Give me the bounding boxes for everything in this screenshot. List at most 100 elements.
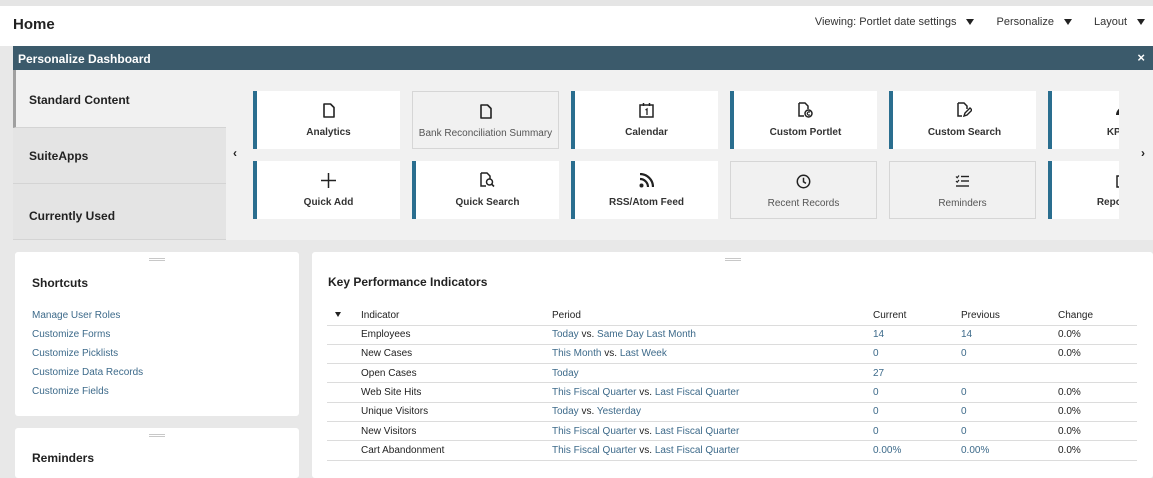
tile-kpi-meter[interactable]: KPI Me <box>1048 91 1119 149</box>
vs-text: vs. <box>601 348 620 360</box>
previous-value[interactable] <box>961 363 1058 384</box>
plus-icon <box>257 171 400 189</box>
shortcut-link[interactable]: Manage User Roles <box>32 311 143 330</box>
change-value: 0.0% <box>1058 440 1137 461</box>
chevron-right-icon[interactable]: › <box>1141 146 1145 160</box>
tile-rss-atom-feed[interactable]: RSS/Atom Feed <box>571 161 718 219</box>
tile-analytics[interactable]: Analytics <box>253 91 400 149</box>
current-value[interactable]: 0 <box>873 344 961 365</box>
period-link[interactable]: This Month <box>552 348 601 359</box>
shortcut-link[interactable]: Customize Forms <box>32 330 143 349</box>
kpi-title: Key Performance Indicators <box>328 275 488 289</box>
current-value[interactable]: 14 <box>873 325 961 345</box>
tile-label: Custom Portlet <box>769 127 842 138</box>
portlet-tiles: Analytics Bank Reconciliation Summary Ca… <box>253 91 1119 222</box>
shortcuts-title: Shortcuts <box>32 276 89 290</box>
tab-currently-used[interactable]: Currently Used <box>13 184 226 240</box>
tile-reminders[interactable]: Reminders <box>889 161 1036 219</box>
column-header-indicator[interactable]: Indicator <box>327 307 552 326</box>
drag-handle[interactable] <box>724 258 741 261</box>
tile-recent-records[interactable]: Recent Records <box>730 161 877 219</box>
period-link[interactable]: This Fiscal Quarter <box>552 445 636 456</box>
vs-text: vs. <box>636 444 655 456</box>
period-link[interactable]: Last Fiscal Quarter <box>655 445 739 456</box>
table-row: Cart Abandonment This Fiscal Quarter vs. … <box>327 440 1137 461</box>
previous-value[interactable]: 0 <box>961 402 1058 422</box>
report-icon <box>1052 171 1119 189</box>
caret-down-icon <box>1137 19 1145 25</box>
period-link[interactable]: Same Day Last Month <box>597 329 696 340</box>
change-value: 0.0% <box>1058 421 1137 442</box>
chevron-left-icon[interactable]: ‹ <box>233 146 237 160</box>
change-value <box>1058 363 1137 384</box>
current-value[interactable]: 0 <box>873 421 961 442</box>
previous-value[interactable]: 0 <box>961 421 1058 442</box>
indicator-cell: New Visitors <box>327 421 552 442</box>
layout-menu[interactable]: Layout <box>1094 16 1145 28</box>
period-cell: This Month vs. Last Week <box>552 344 873 365</box>
previous-value[interactable]: 0.00% <box>961 440 1058 461</box>
clock-icon <box>731 172 876 190</box>
viewing-label: Viewing: Portlet date settings <box>814 16 957 28</box>
current-value[interactable]: 0 <box>873 402 961 422</box>
table-row: Web Site Hits This Fiscal Quarter vs. Las… <box>327 382 1137 403</box>
indicator-cell: Web Site Hits <box>327 382 552 403</box>
period-link[interactable]: Last Fiscal Quarter <box>655 387 739 398</box>
column-header-period[interactable]: Period <box>552 307 873 326</box>
period-link[interactable]: Today <box>552 406 579 417</box>
period-cell: Today vs. Yesterday <box>552 402 873 422</box>
kpi-rows: Employees Today vs. Same Day Last Month 14… <box>327 325 1137 461</box>
tile-quick-search[interactable]: Quick Search <box>412 161 559 219</box>
vs-text: vs. <box>578 329 598 341</box>
tile-bank-reconciliation-summary[interactable]: Bank Reconciliation Summary <box>412 91 559 149</box>
period-link[interactable]: Last Week <box>620 348 667 359</box>
shortcut-link[interactable]: Customize Fields <box>32 387 143 406</box>
tile-label: RSS/Atom Feed <box>608 197 684 208</box>
current-value[interactable]: 27 <box>873 363 961 384</box>
page-title: Home <box>13 16 55 33</box>
tab-standard-content[interactable]: Standard Content <box>13 70 226 128</box>
previous-value[interactable]: 0 <box>961 382 1058 403</box>
period-cell: Today vs. Same Day Last Month <box>552 325 873 345</box>
indicator-cell: New Cases <box>327 344 552 365</box>
personalize-dashboard-panel: Personalize Dashboard × Standard Content… <box>13 46 1153 240</box>
column-header-previous[interactable]: Previous <box>961 307 1058 326</box>
current-value[interactable]: 0 <box>873 382 961 403</box>
calendar-icon <box>575 101 718 119</box>
tile-label: Report Sna <box>1096 197 1119 208</box>
period-cell: Today <box>552 363 873 384</box>
period-link[interactable]: This Fiscal Quarter <box>552 426 636 437</box>
tile-label: Bank Reconciliation Summary <box>418 128 553 139</box>
tab-suiteapps[interactable]: SuiteApps <box>13 128 226 184</box>
vs-text: vs. <box>578 406 597 418</box>
tile-label: Quick Add <box>303 197 354 208</box>
personalize-menu[interactable]: Personalize <box>996 16 1072 28</box>
shortcut-link[interactable]: Customize Data Records <box>32 368 143 387</box>
close-icon[interactable]: × <box>1137 50 1145 65</box>
drag-handle[interactable] <box>149 434 165 437</box>
tile-label: Reminders <box>938 198 987 209</box>
viewing-menu[interactable]: Viewing: Portlet date settings <box>815 16 975 28</box>
tile-calendar[interactable]: Calendar <box>571 91 718 149</box>
period-link[interactable]: Last Fiscal Quarter <box>655 426 739 437</box>
current-value[interactable]: 0.00% <box>873 440 961 461</box>
indicator-cell: Open Cases <box>327 363 552 384</box>
shortcut-link[interactable]: Customize Picklists <box>32 349 143 368</box>
tile-custom-search[interactable]: Custom Search <box>889 91 1036 149</box>
change-value: 0.0% <box>1058 382 1137 403</box>
tile-report-snapshot[interactable]: Report Sna <box>1048 161 1119 219</box>
period-link[interactable]: Yesterday <box>597 406 641 417</box>
period-link[interactable]: Today <box>552 368 579 379</box>
period-link[interactable]: This Fiscal Quarter <box>552 387 636 398</box>
document-icon <box>257 101 400 119</box>
tile-quick-add[interactable]: Quick Add <box>253 161 400 219</box>
column-header-current[interactable]: Current <box>873 307 961 326</box>
previous-value[interactable]: 14 <box>961 325 1058 345</box>
change-value: 0.0% <box>1058 325 1137 345</box>
period-link[interactable]: Today <box>552 329 579 340</box>
previous-value[interactable]: 0 <box>961 344 1058 365</box>
page-header: Home Viewing: Portlet date settings Pers… <box>0 0 1153 46</box>
tile-custom-portlet[interactable]: Custom Portlet <box>730 91 877 149</box>
drag-handle[interactable] <box>149 258 165 261</box>
column-header-change[interactable]: Change <box>1058 307 1137 326</box>
